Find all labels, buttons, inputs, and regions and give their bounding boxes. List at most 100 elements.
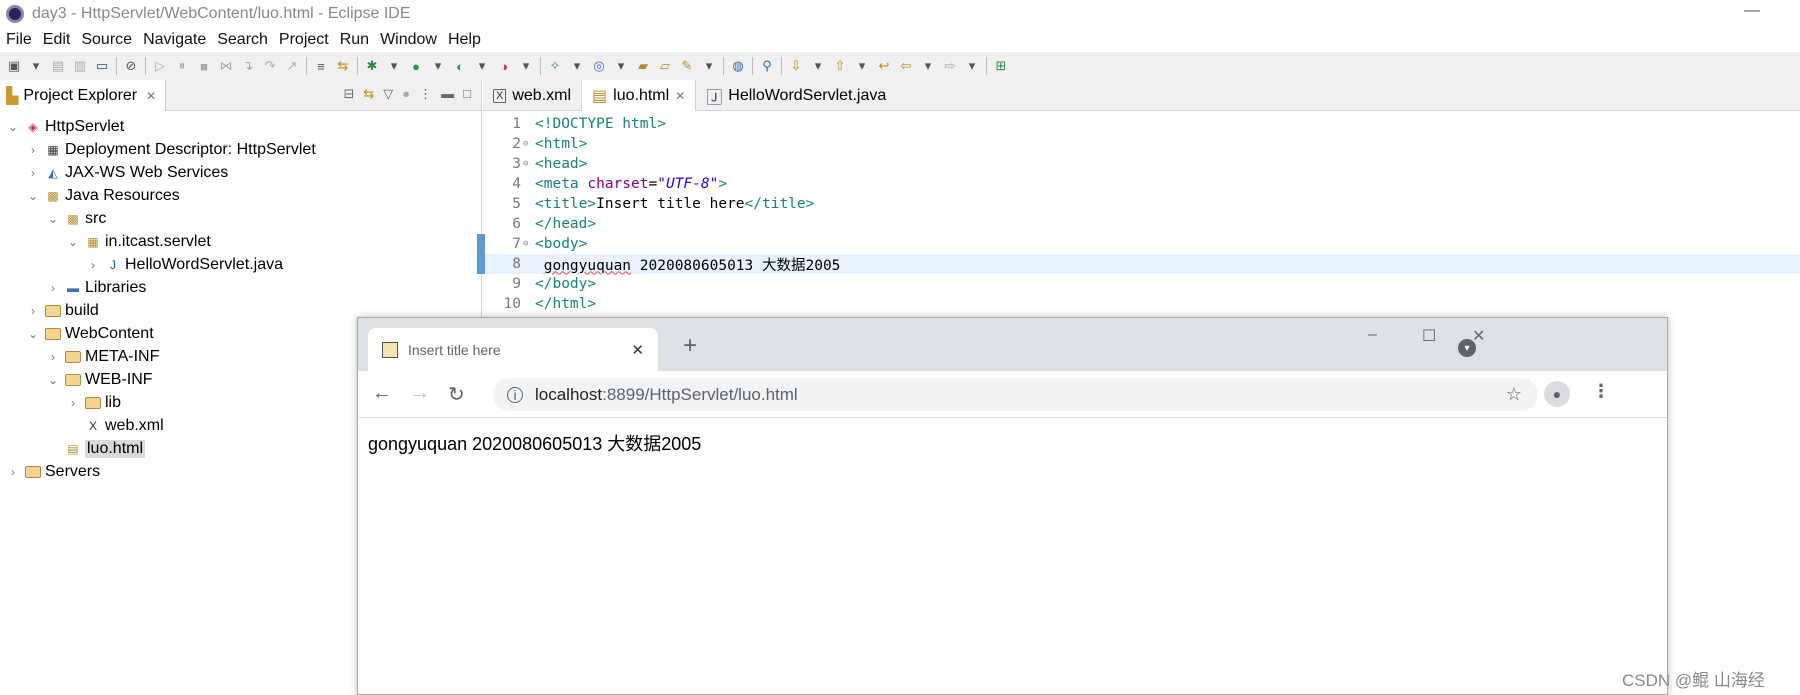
new-class-icon[interactable]: ◎ [591, 58, 607, 74]
code-editor[interactable]: 1 <!DOCTYPE html> 2 ⊖ <html> 3 ⊖ <head> 4 <meta c… [477, 114, 1800, 314]
skip-breakpoints-icon[interactable]: ⊘ [123, 58, 139, 74]
link-editor-icon[interactable]: ⇆ [363, 86, 374, 102]
close-icon[interactable]: ✕ [675, 89, 685, 103]
close-icon[interactable]: ✕ [146, 89, 156, 103]
address-bar[interactable]: i localhost:8899/HttpServlet/luo.html ☆ [493, 378, 1538, 411]
menu-kebab-icon[interactable]: ⋮ [1592, 381, 1610, 402]
next-annotation-icon[interactable]: ⇩ [788, 58, 804, 74]
forward-icon[interactable]: ⇨ [942, 58, 958, 74]
code-line[interactable]: 5 <title>Insert title here</title> [483, 194, 1800, 214]
chevron-right-icon[interactable]: › [25, 143, 41, 157]
minimize-button[interactable]: — [1744, 2, 1760, 20]
minimize-window-icon[interactable]: – [1368, 326, 1377, 344]
code-line[interactable]: 7 ⊖ <body> [477, 234, 1800, 254]
chevron-right-icon[interactable]: › [85, 258, 101, 272]
chevron-down-icon[interactable]: ⌄ [45, 373, 61, 387]
dropdown-icon[interactable]: ▾ [386, 58, 402, 74]
collapse-all-icon[interactable]: ⊟ [343, 86, 354, 102]
dropdown-icon[interactable]: ▾ [518, 58, 534, 74]
menu-run[interactable]: Run [340, 31, 369, 49]
chevron-right-icon[interactable]: › [25, 166, 41, 180]
menu-source[interactable]: Source [81, 31, 132, 49]
back-icon[interactable]: ← [372, 382, 392, 405]
menu-file[interactable]: File [6, 31, 32, 49]
fold-icon[interactable]: ⊖ [523, 139, 533, 149]
save-all-icon[interactable]: ▥ [72, 58, 88, 74]
step-into-icon[interactable]: ↴ [240, 58, 256, 74]
disconnect-icon[interactable]: ⋈ [218, 58, 234, 74]
tree-item[interactable]: Xweb.xml [65, 414, 164, 437]
dropdown-icon[interactable]: ▾ [810, 58, 826, 74]
dropdown-icon[interactable]: ▾ [430, 58, 446, 74]
terminal-icon[interactable]: ▭ [94, 58, 110, 74]
back-icon[interactable]: ⇦ [898, 58, 914, 74]
suspend-icon[interactable]: ⏸ [174, 58, 190, 74]
code-line[interactable]: 1 <!DOCTYPE html> [483, 114, 1800, 134]
forward-icon[interactable]: → [410, 382, 430, 405]
save-icon[interactable]: ▤ [50, 58, 66, 74]
code-line[interactable]: 4 <meta charset="UTF-8"> [483, 174, 1800, 194]
chevron-down-icon[interactable]: ⌄ [25, 189, 41, 203]
menu-edit[interactable]: Edit [43, 31, 71, 49]
dropdown-icon[interactable]: ▾ [474, 58, 490, 74]
menu-project[interactable]: Project [279, 31, 329, 49]
filter-icon[interactable]: ▽ [383, 86, 393, 102]
chevron-right-icon[interactable]: › [65, 396, 81, 410]
step-return-icon[interactable]: ↗ [284, 58, 300, 74]
debug-icon[interactable]: ✱ [364, 58, 380, 74]
tree-item[interactable]: ▤ luo.html [45, 437, 146, 460]
terminate-icon[interactable]: ■ [196, 58, 212, 74]
tab-luo-html[interactable]: ▤ luo.html ✕ [581, 80, 697, 111]
tree-item[interactable]: ⌄ WebContent [25, 322, 154, 345]
tree-item[interactable]: › lib [65, 391, 121, 414]
new-icon[interactable]: ▣ [6, 58, 22, 74]
tab-project-explorer[interactable]: ▙ Project Explorer ✕ [0, 80, 166, 111]
dropdown-icon[interactable]: ▾ [701, 58, 717, 74]
maximize-icon[interactable]: □ [463, 86, 471, 102]
tab-web-xml[interactable]: X web.xml [483, 80, 581, 111]
chevron-right-icon[interactable]: › [25, 304, 41, 318]
tree-item[interactable]: ⌄ WEB-INF [45, 368, 153, 391]
toggle-block-icon[interactable]: ≡ [313, 58, 329, 74]
close-window-icon[interactable]: ✕ [1472, 326, 1485, 346]
fold-icon[interactable]: ⊖ [523, 239, 533, 249]
new-web-project-icon[interactable]: ✧ [547, 58, 563, 74]
open-perspective-icon[interactable]: ⊞ [993, 58, 1009, 74]
reload-icon[interactable]: ↻ [448, 382, 465, 407]
resume-icon[interactable]: ▷ [152, 58, 168, 74]
dropdown-icon[interactable]: ▾ [964, 58, 980, 74]
chevron-down-icon[interactable]: ⌄ [25, 327, 41, 341]
profile-avatar-icon[interactable]: ● [1544, 381, 1570, 407]
dropdown-icon[interactable]: ▾ [854, 58, 870, 74]
open-type-icon[interactable]: ▰ [635, 58, 651, 74]
code-line[interactable]: 3 ⊖ <head> [483, 154, 1800, 174]
fold-icon[interactable]: ⊖ [523, 159, 533, 169]
use-step-filters-icon[interactable]: ⇆ [335, 58, 351, 74]
code-line[interactable]: 8 gongyuquan 2020080605013 大数据2005 [477, 254, 1800, 274]
close-tab-icon[interactable]: ✕ [631, 341, 644, 359]
chevron-right-icon[interactable]: › [5, 465, 21, 479]
tree-item[interactable]: › Servers [5, 460, 100, 483]
coverage-icon[interactable]: ◐ [452, 58, 468, 74]
tree-item[interactable]: › ◭ JAX-WS Web Services [25, 161, 228, 184]
new-tab-icon[interactable]: + [683, 332, 697, 360]
code-line[interactable]: 2 ⊖ <html> [483, 134, 1800, 154]
chevron-right-icon[interactable]: › [45, 350, 61, 364]
info-icon[interactable]: i [507, 386, 523, 403]
tree-item[interactable]: › J HelloWordServlet.java [85, 253, 283, 276]
dropdown-icon[interactable]: ▾ [28, 58, 44, 74]
code-line[interactable]: 10 </html> [483, 294, 1800, 314]
tab-hellowordservlet-java[interactable]: 🄹 HelloWordServlet.java [696, 80, 896, 111]
chevron-down-icon[interactable]: ⌄ [65, 235, 81, 249]
step-over-icon[interactable]: ↷ [262, 58, 278, 74]
code-line[interactable]: 9 </body> [483, 274, 1800, 294]
minimize-icon[interactable]: ▬ [441, 86, 454, 102]
dropdown-icon[interactable]: ▾ [569, 58, 585, 74]
tree-item[interactable]: ⌄ ▩ Java Resources [25, 184, 180, 207]
dropdown-icon[interactable]: ▾ [613, 58, 629, 74]
search-icon[interactable]: ⚲ [759, 58, 775, 74]
menu-help[interactable]: Help [448, 31, 481, 49]
tree-item[interactable]: ⌄ ▩ src [45, 207, 106, 230]
globe-icon[interactable]: ◍ [730, 58, 746, 74]
tree-item[interactable]: › META-INF [45, 345, 159, 368]
